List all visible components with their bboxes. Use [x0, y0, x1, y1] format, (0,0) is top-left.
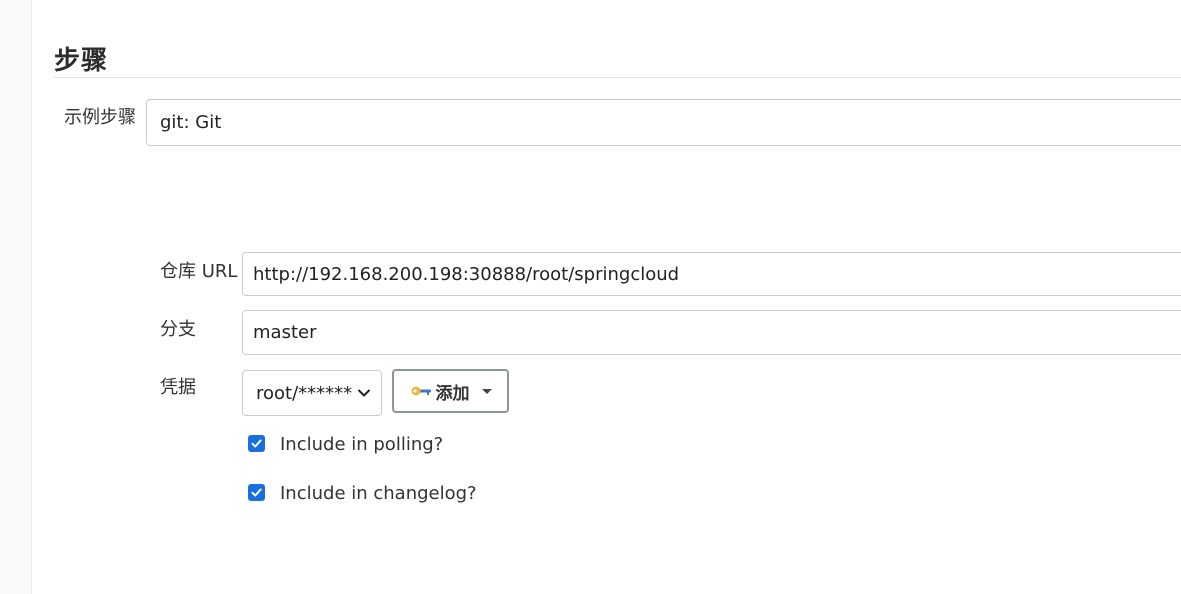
caret-down-icon — [481, 388, 492, 394]
chevron-down-icon — [358, 389, 370, 397]
branch-label: 分支 — [160, 319, 196, 340]
repo-url-label: 仓库 URL — [160, 261, 238, 282]
left-gutter — [0, 0, 32, 594]
repo-url-value: http://192.168.200.198:30888/root/spring… — [253, 263, 680, 285]
add-credentials-button[interactable]: 添加 — [392, 369, 509, 413]
include-polling-label: Include in polling? — [280, 434, 444, 455]
include-changelog-label: Include in changelog? — [280, 483, 477, 504]
include-polling-checkbox[interactable] — [248, 435, 265, 452]
repo-url-input[interactable]: http://192.168.200.198:30888/root/spring… — [242, 252, 1181, 296]
section-title: 步骤 — [54, 46, 109, 76]
key-icon — [411, 386, 431, 396]
include-changelog-checkbox[interactable] — [248, 484, 265, 501]
credentials-label: 凭据 — [160, 377, 196, 398]
credentials-select[interactable]: root/****** — [242, 370, 382, 416]
checkmark-icon — [251, 488, 262, 497]
sample-step-label: 示例步骤 — [64, 107, 136, 128]
branch-input[interactable]: master — [242, 310, 1181, 355]
sample-step-value: git: Git — [160, 112, 222, 133]
checkmark-icon — [251, 439, 262, 448]
section-divider — [54, 77, 1181, 78]
branch-value: master — [253, 322, 317, 343]
sample-step-select[interactable]: git: Git — [146, 99, 1181, 146]
credentials-selected-value: root/****** — [256, 382, 353, 404]
add-button-label: 添加 — [435, 383, 470, 404]
